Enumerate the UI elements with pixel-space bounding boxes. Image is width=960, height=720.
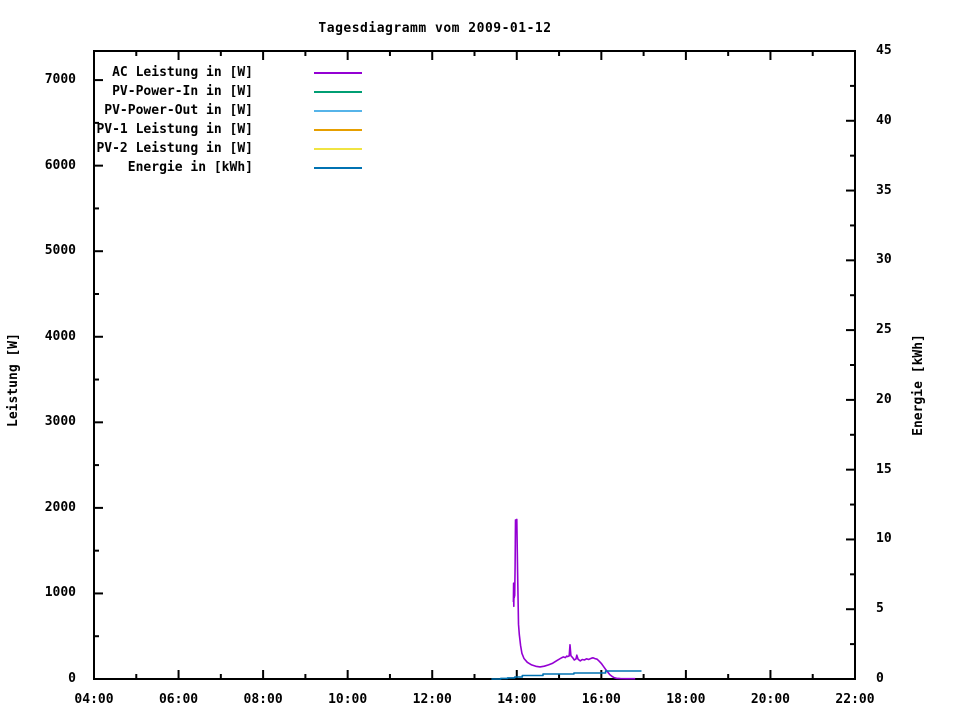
y-left-tick-label: 3000 — [44, 414, 76, 430]
chart-canvas: Tagesdiagramm vom 2009-01-12 Leistung [W… — [0, 0, 960, 720]
y-right-tick-label: 10 — [876, 531, 892, 547]
x-tick-label: 22:00 — [835, 692, 875, 707]
y-left-tick-label: 0 — [68, 671, 76, 686]
x-tick-label: 04:00 — [74, 692, 114, 707]
legend-item-pv-2-leistung-in-w: PV-2 Leistung in [W] — [96, 141, 253, 156]
legend-item-pv-1-leistung-in-w: PV-1 Leistung in [W] — [96, 122, 253, 137]
y-right-tick-label: 45 — [876, 43, 892, 58]
y-right-tick-label: 30 — [876, 252, 892, 268]
y-left-tick-label: 5000 — [44, 243, 76, 259]
legend-item-pv-power-in-in-w: PV-Power-In in [W] — [112, 84, 253, 99]
y-left-tick-label: 1000 — [44, 585, 76, 601]
legend-item-energie-in-kwh: Energie in [kWh] — [127, 160, 253, 175]
y-left-tick-label: 2000 — [44, 499, 76, 515]
x-tick-label: 20:00 — [750, 692, 790, 707]
series-line-ac-leistung-in-w — [512, 518, 636, 680]
x-tick-label: 12:00 — [412, 692, 452, 707]
y-right-tick-label: 35 — [876, 182, 892, 198]
y-left-tick-label: 4000 — [44, 328, 76, 344]
y-right-tick-label: 0 — [876, 671, 884, 686]
x-tick-label: 14:00 — [497, 692, 537, 707]
x-tick-label: 18:00 — [666, 692, 706, 707]
x-tick-label: 08:00 — [243, 692, 283, 707]
x-tick-label: 06:00 — [158, 692, 199, 707]
y-right-tick-label: 25 — [876, 322, 892, 338]
x-tick-label: 10:00 — [328, 692, 368, 707]
y-right-tick-label: 40 — [876, 112, 892, 128]
legend-item-ac-leistung-in-w: AC Leistung in [W] — [112, 65, 253, 80]
x-tick-label: 16:00 — [581, 692, 621, 707]
y-right-tick-label: 15 — [876, 461, 892, 477]
y-right-tick-label: 20 — [876, 391, 892, 407]
legend-item-pv-power-out-in-w: PV-Power-Out in [W] — [104, 103, 253, 118]
y-right-tick-label: 5 — [876, 601, 884, 617]
